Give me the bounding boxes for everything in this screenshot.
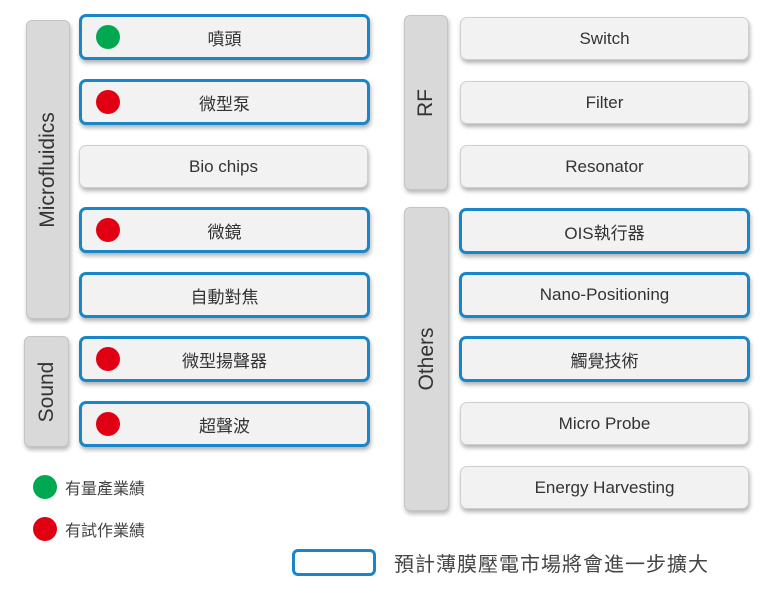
item-nozzle: 噴頭 xyxy=(79,14,370,60)
note-text: 預計薄膜壓電市場將會進一步擴大 xyxy=(394,554,709,576)
item-label: Micro Probe xyxy=(558,413,651,433)
trial-production-dot xyxy=(96,347,120,371)
legend-label: 有試作業績 xyxy=(65,523,146,540)
item-autofocus: 自動對焦 xyxy=(79,272,370,318)
legend-trial-production: 有試作業績 xyxy=(33,517,145,541)
category-others: Others xyxy=(404,207,449,511)
category-microfluidics: Microfluidics xyxy=(26,20,70,319)
category-label: Others xyxy=(414,327,438,391)
item-bio-chips: Bio chips xyxy=(79,145,368,188)
item-label: Filter xyxy=(585,92,624,112)
category-label: Sound xyxy=(34,361,58,422)
highlight-box-icon xyxy=(292,549,376,576)
item-ultrasound: 超聲波 xyxy=(79,401,370,447)
mass-production-dot xyxy=(96,25,120,49)
trial-production-dot xyxy=(96,90,120,114)
item-label: 觸覺技術 xyxy=(570,351,639,371)
item-label: 自動對焦 xyxy=(190,287,259,307)
item-label: Nano-Positioning xyxy=(539,285,670,304)
item-label: 微型揚聲器 xyxy=(182,351,267,371)
item-label: Switch xyxy=(579,28,630,48)
item-micro-speaker: 微型揚聲器 xyxy=(79,336,370,382)
item-label: 微型泵 xyxy=(199,94,250,114)
item-micro-mirror: 微鏡 xyxy=(79,207,370,253)
legend-label: 有量產業績 xyxy=(65,481,146,498)
category-label: Microfluidics xyxy=(36,111,59,228)
item-label: Resonator xyxy=(565,156,644,176)
category-label: RF xyxy=(414,88,437,117)
item-ois-actuator: OIS執行器 xyxy=(459,208,750,254)
item-micro-probe: Micro Probe xyxy=(460,402,749,445)
item-switch: Switch xyxy=(460,17,749,60)
legend-highlight-note: 預計薄膜壓電市場將會進一步擴大 xyxy=(292,548,709,577)
item-label: 微鏡 xyxy=(207,222,242,242)
item-nano-positioning: Nano-Positioning xyxy=(459,272,750,318)
category-rf: RF xyxy=(404,15,448,190)
item-label: Energy Harvesting xyxy=(534,477,675,497)
category-sound: Sound xyxy=(24,336,69,447)
item-label: 噴頭 xyxy=(207,29,242,49)
item-resonator: Resonator xyxy=(460,145,749,188)
item-haptics: 觸覺技術 xyxy=(459,336,750,382)
item-filter: Filter xyxy=(460,81,749,124)
green-dot-icon xyxy=(33,475,57,499)
legend-mass-production: 有量產業績 xyxy=(33,475,145,499)
item-label: Bio chips xyxy=(189,156,258,176)
item-micro-pump: 微型泵 xyxy=(79,79,370,125)
trial-production-dot xyxy=(96,218,120,242)
item-label: 超聲波 xyxy=(199,416,250,436)
trial-production-dot xyxy=(96,412,120,436)
item-energy-harvesting: Energy Harvesting xyxy=(460,466,749,509)
red-dot-icon xyxy=(33,517,57,541)
item-label: OIS執行器 xyxy=(564,223,645,243)
